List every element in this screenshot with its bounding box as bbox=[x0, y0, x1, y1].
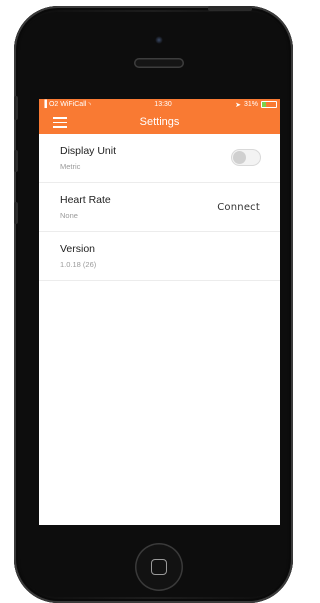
volume-down-button bbox=[14, 202, 18, 224]
setting-value: 1.0.18 (26) bbox=[60, 260, 97, 269]
power-button bbox=[208, 6, 252, 11]
setting-row-version: Version 1.0.18 (26) bbox=[39, 232, 280, 281]
settings-list: Display Unit Metric Heart Rate None Conn… bbox=[39, 134, 280, 281]
connect-button[interactable]: Connect bbox=[217, 202, 260, 213]
carrier-label: O2 WiFiCall bbox=[48, 101, 87, 108]
location-icon: ➤ bbox=[235, 101, 241, 109]
status-right: ➤ 31% bbox=[235, 101, 277, 109]
volume-up-button bbox=[14, 150, 18, 172]
setting-row-heart-rate[interactable]: Heart Rate None Connect bbox=[39, 183, 280, 232]
battery-percent: 31% bbox=[243, 101, 258, 108]
mute-switch bbox=[14, 96, 18, 120]
setting-title: Heart Rate bbox=[60, 194, 111, 206]
setting-row-display-unit[interactable]: Display Unit Metric bbox=[39, 134, 280, 183]
wifi-icon: ◝ bbox=[88, 101, 92, 109]
setting-title: Version bbox=[60, 243, 96, 255]
earpiece-speaker bbox=[134, 58, 184, 68]
setting-title: Display Unit bbox=[60, 145, 117, 157]
page-title: Settings bbox=[139, 116, 180, 128]
battery-fill bbox=[261, 102, 267, 107]
setting-value: None bbox=[60, 211, 78, 220]
status-time: 13:30 bbox=[154, 101, 172, 108]
hamburger-menu-icon[interactable] bbox=[53, 117, 67, 128]
battery-icon bbox=[260, 101, 277, 108]
front-camera bbox=[155, 36, 163, 44]
status-bar: ▐ O2 WiFiCall ◝ 13:30 ➤ 31% bbox=[39, 99, 280, 110]
toggle-knob bbox=[233, 151, 246, 164]
display-unit-toggle[interactable] bbox=[231, 149, 261, 166]
app-screen: ▐ O2 WiFiCall ◝ 13:30 ➤ 31% Settings Dis… bbox=[39, 99, 280, 525]
status-left: ▐ O2 WiFiCall ◝ bbox=[42, 101, 91, 109]
nav-bar: Settings bbox=[39, 110, 280, 134]
setting-value: Metric bbox=[60, 162, 81, 171]
home-square-icon bbox=[151, 559, 167, 575]
signal-icon: ▐ bbox=[42, 101, 47, 108]
home-button[interactable] bbox=[135, 543, 183, 591]
